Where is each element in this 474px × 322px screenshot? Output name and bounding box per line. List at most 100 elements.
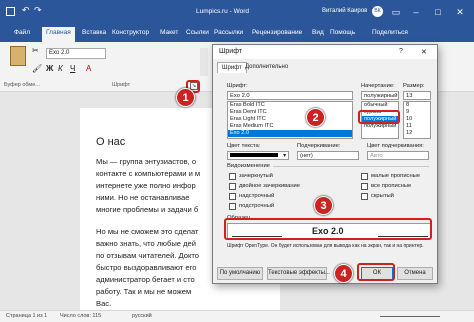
bold-button[interactable]: Ж (46, 64, 53, 73)
divider (273, 166, 429, 167)
size-input[interactable]: 13 (403, 91, 431, 100)
group-label-clipboard: Буфер обме... (4, 82, 40, 88)
callout-badge-2: 2 (306, 108, 325, 127)
tab-advanced[interactable]: Дополнительно (241, 62, 292, 73)
doc-line: Вас. (96, 299, 112, 308)
size-list[interactable]: 8 9 10 11 12 (403, 101, 431, 139)
hidden-checkbox[interactable] (361, 193, 368, 200)
group-label-font: Шрифт (112, 82, 131, 88)
effects-label: Видоизменение (227, 163, 270, 169)
underline-label: Подчеркивание: (297, 143, 341, 149)
list-item[interactable]: Eras Bold ITC (228, 102, 352, 109)
size-label: Размер: (403, 83, 425, 89)
font-name-box[interactable]: Exo 2.0 (46, 48, 106, 59)
all-caps-label: все прописные (371, 183, 412, 189)
double-strikethrough-label: двойное зачеркивание (239, 183, 301, 189)
help-button[interactable]: ? (399, 48, 403, 55)
title-bar: ↶ ↷ Lumpics.ru - Word Виталий Каиров ВК … (0, 0, 474, 26)
save-icon[interactable] (6, 7, 15, 16)
text-effects-button[interactable]: Текстовые эффекты... (267, 267, 330, 280)
callout-badge-1: 1 (176, 88, 195, 107)
user-name[interactable]: Виталий Каиров (322, 8, 367, 14)
status-words[interactable]: Число слов: 115 (60, 313, 101, 319)
preview-note: Шрифт OpenType. Он будет использован для… (227, 243, 424, 249)
maximize-button[interactable]: □ (432, 6, 444, 18)
doc-line: важно знать, что любые дей (96, 239, 197, 248)
list-item[interactable]: Exo 2.0 (228, 130, 352, 137)
window-title: Lumpics.ru - Word (196, 8, 249, 15)
close-dialog-button[interactable]: ✕ (421, 48, 427, 56)
all-caps-checkbox[interactable] (361, 183, 368, 190)
tab-design[interactable]: Конструктор (112, 29, 149, 36)
status-page[interactable]: Страница 1 из 1 (6, 313, 47, 319)
paste-icon[interactable] (10, 46, 26, 66)
list-item[interactable]: Eras Light ITC (228, 116, 352, 123)
redo-icon[interactable]: ↷ (34, 5, 42, 16)
subscript-label: подстрочный (239, 203, 275, 209)
small-caps-checkbox[interactable] (361, 173, 368, 180)
tab-references[interactable]: Ссылки (186, 29, 209, 36)
tab-review[interactable]: Рецензирование (252, 29, 302, 36)
doc-line: интернете уже полно инфор (96, 181, 196, 190)
doc-line: администратор бегает и сто (96, 275, 195, 284)
tab-layout[interactable]: Макет (160, 29, 178, 36)
chevron-down-icon: ▾ (283, 153, 286, 159)
callout-highlight-3 (224, 218, 432, 240)
doc-line: Но мы не сможем это сделат (96, 227, 199, 236)
superscript-checkbox[interactable] (229, 193, 236, 200)
text-color-select[interactable]: ▾ (227, 151, 289, 160)
list-item[interactable]: 10 (404, 116, 430, 123)
list-item[interactable]: полужирный курсив (362, 123, 398, 130)
ribbon-options-icon[interactable]: ▭ (390, 6, 402, 18)
format-painter-icon[interactable]: 🖌 (32, 64, 42, 73)
minimize-button[interactable]: – (410, 6, 422, 18)
ribbon-tabs: Файл Главная Вставка Конструктор Макет С… (0, 26, 474, 42)
underline-button[interactable]: Ч (70, 64, 75, 73)
list-item[interactable]: 12 (404, 130, 430, 137)
tab-home[interactable]: Главная (42, 27, 75, 42)
undo-icon[interactable]: ↶ (22, 5, 30, 16)
cut-icon[interactable]: ✂ (32, 46, 39, 55)
doc-line: ними. Но не останавливае (96, 193, 190, 202)
cancel-button[interactable]: Отмена (397, 267, 433, 280)
tab-share[interactable]: Поделиться (372, 29, 408, 36)
list-item[interactable]: Eras Demi ITC (228, 109, 352, 116)
list-item[interactable]: обычный (362, 102, 398, 109)
avatar[interactable]: ВК (372, 6, 383, 17)
list-item[interactable]: 8 (404, 102, 430, 109)
tab-help[interactable]: Помощь (330, 29, 355, 36)
underline-select[interactable]: (нет) (297, 151, 359, 160)
subscript-checkbox[interactable] (229, 203, 236, 210)
font-color-button[interactable]: А (86, 64, 91, 73)
list-item[interactable]: 9 (404, 109, 430, 116)
doc-line: многие проблемы и задачи б (96, 205, 199, 214)
close-window-button[interactable]: ✕ (454, 6, 466, 18)
double-strikethrough-checkbox[interactable] (229, 183, 236, 190)
hidden-label: скрытый (371, 193, 394, 199)
font-list[interactable]: Eras Bold ITC Eras Demi ITC Eras Light I… (227, 101, 353, 139)
tab-insert[interactable]: Вставка (82, 29, 106, 36)
page-heading: О нас (96, 136, 126, 148)
strikethrough-label: зачеркнутый (239, 173, 273, 179)
list-item[interactable]: 11 (404, 123, 430, 130)
tab-view[interactable]: Вид (312, 29, 324, 36)
list-item[interactable]: Eras Medium ITC (228, 123, 352, 130)
style-input[interactable]: полужирный (361, 91, 399, 100)
underline-color-label: Цвет подчеркивания: (367, 143, 424, 149)
doc-line: по отзывам читателей. Докто (96, 251, 200, 260)
callout-highlight-4 (357, 263, 395, 281)
status-language[interactable]: русский (132, 313, 152, 319)
tab-file[interactable]: Файл (14, 29, 30, 36)
callout-badge-4: 4 (334, 264, 353, 283)
underline-color-select[interactable]: Авто (367, 151, 429, 160)
italic-button[interactable]: К (58, 64, 63, 73)
tab-mailings[interactable]: Рассылки (214, 29, 243, 36)
callout-highlight-2 (358, 110, 400, 124)
set-default-button[interactable]: По умолчанию (217, 267, 263, 280)
strikethrough-checkbox[interactable] (229, 173, 236, 180)
font-label: Шрифт: (227, 83, 248, 89)
zoom-slider[interactable] (380, 316, 440, 317)
superscript-label: надстрочный (239, 193, 275, 199)
styles-icon[interactable] (200, 48, 208, 76)
font-input[interactable]: Exo 2.0 (227, 91, 353, 100)
